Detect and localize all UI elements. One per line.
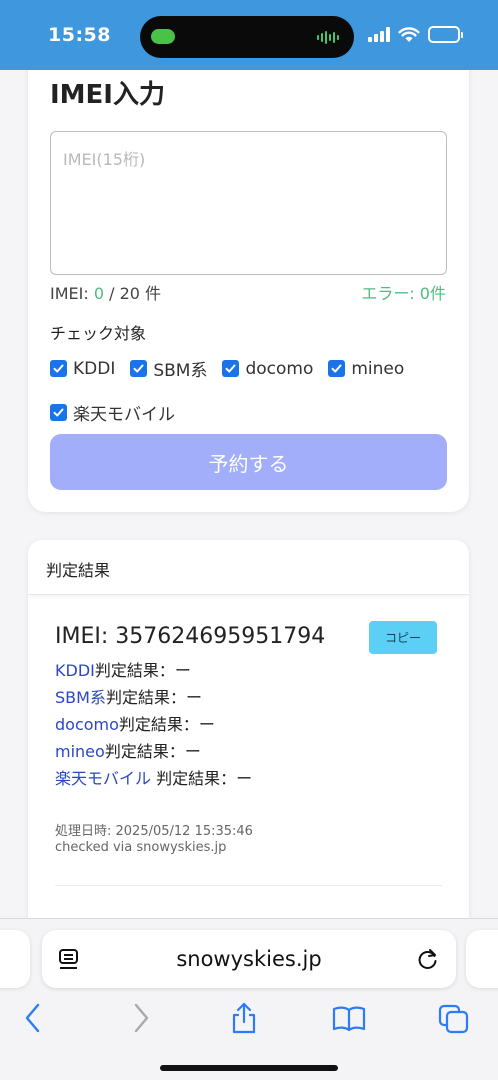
- result-carrier: mineo: [55, 742, 105, 761]
- checkbox-mineo[interactable]: mineo: [328, 356, 404, 381]
- result-carrier: 楽天モバイル: [55, 769, 152, 788]
- check-target-title: チェック対象: [50, 324, 147, 343]
- check-target-list: KDDI SBM系 docomo mineo 楽天モバイル: [50, 356, 450, 425]
- error-counter: エラー: 0件: [361, 284, 446, 303]
- result-status: 判定結果：ー: [105, 688, 202, 707]
- result-carrier: docomo: [55, 715, 119, 734]
- dynamic-island: [140, 16, 354, 58]
- live-activity-pill-icon: [151, 29, 175, 44]
- result-status: 判定結果：ー: [118, 715, 215, 734]
- battery-icon: [428, 26, 463, 43]
- imei-counter: IMEI: 0 / 20 件: [50, 280, 161, 304]
- previous-tab-peek[interactable]: [0, 930, 30, 988]
- result-header: 判定結果: [28, 540, 469, 595]
- checkbox-checked-icon[interactable]: [50, 404, 67, 421]
- result-card: 判定結果 IMEI: 357624695951794 コピー KDDI判定結果：…: [28, 540, 469, 940]
- back-icon[interactable]: [22, 1001, 44, 1035]
- result-status: 判定結果：ー: [94, 661, 191, 680]
- checkbox-checked-icon[interactable]: [222, 360, 240, 377]
- wifi-icon: [398, 26, 420, 42]
- processed-timestamp: 処理日時: 2025/05/12 15:35:46: [55, 824, 253, 839]
- checkbox-label: SBM系: [153, 361, 208, 381]
- copy-button[interactable]: コピー: [369, 621, 437, 654]
- result-line-rakuten: 楽天モバイル 判定結果：ー: [55, 765, 252, 792]
- address-bar[interactable]: snowyskies.jp: [42, 930, 456, 988]
- checkbox-label: mineo: [351, 358, 405, 379]
- result-line-kddi: KDDI判定結果：ー: [55, 657, 252, 684]
- result-status: 判定結果：ー: [151, 769, 253, 788]
- checkbox-checked-icon[interactable]: [130, 360, 148, 377]
- result-line-mineo: mineo判定結果：ー: [55, 738, 252, 765]
- checkbox-docomo[interactable]: docomo: [222, 356, 313, 381]
- status-bar: 15:58: [0, 0, 498, 70]
- checkbox-checked-icon[interactable]: [50, 360, 67, 377]
- status-time: 15:58: [48, 24, 111, 46]
- checkbox-sbm[interactable]: SBM系: [130, 356, 207, 381]
- result-line-sbm: SBM系判定結果：ー: [55, 684, 252, 711]
- browser-toolbar: [0, 999, 498, 1039]
- url-text[interactable]: snowyskies.jp: [42, 947, 456, 971]
- checkbox-kddi[interactable]: KDDI: [50, 356, 115, 381]
- checkbox-label: KDDI: [73, 358, 116, 379]
- checkbox-rakuten[interactable]: 楽天モバイル: [50, 400, 175, 425]
- result-line-docomo: docomo判定結果：ー: [55, 711, 252, 738]
- tabs-icon[interactable]: [437, 1001, 471, 1035]
- cellular-signal-icon: [368, 27, 390, 42]
- share-icon[interactable]: [228, 1001, 260, 1035]
- result-carrier: KDDI: [55, 661, 95, 680]
- next-tab-peek[interactable]: [466, 930, 498, 988]
- status-icons: [368, 26, 463, 43]
- checkbox-label: 楽天モバイル: [73, 405, 175, 425]
- checkbox-checked-icon[interactable]: [328, 360, 346, 377]
- checkbox-label: docomo: [245, 358, 314, 379]
- result-divider: [55, 885, 442, 886]
- imei-counter-count: 0: [93, 284, 105, 303]
- section-title: IMEI入力: [50, 80, 165, 110]
- reserve-button[interactable]: 予約する: [50, 434, 447, 490]
- bookmarks-icon[interactable]: [331, 1001, 367, 1035]
- imei-input[interactable]: [50, 131, 447, 275]
- result-lines: KDDI判定結果：ー SBM系判定結果：ー docomo判定結果：ー mineo…: [55, 657, 252, 792]
- checked-via-note: checked via snowyskies.jp: [55, 840, 227, 855]
- result-imei: IMEI: 357624695951794: [55, 624, 326, 649]
- audio-wave-icon: [317, 30, 339, 44]
- result-carrier: SBM系: [55, 688, 106, 707]
- home-indicator: [160, 1065, 338, 1071]
- result-status: 判定結果：ー: [104, 742, 201, 761]
- imei-counter-prefix: IMEI:: [50, 284, 94, 303]
- reload-icon[interactable]: [416, 947, 440, 971]
- browser-bottom-bar: snowyskies.jp: [0, 918, 498, 1080]
- imei-counter-suffix: / 20 件: [104, 284, 162, 303]
- forward-icon[interactable]: [130, 1001, 152, 1035]
- result-header-label: 判定結果: [46, 561, 111, 580]
